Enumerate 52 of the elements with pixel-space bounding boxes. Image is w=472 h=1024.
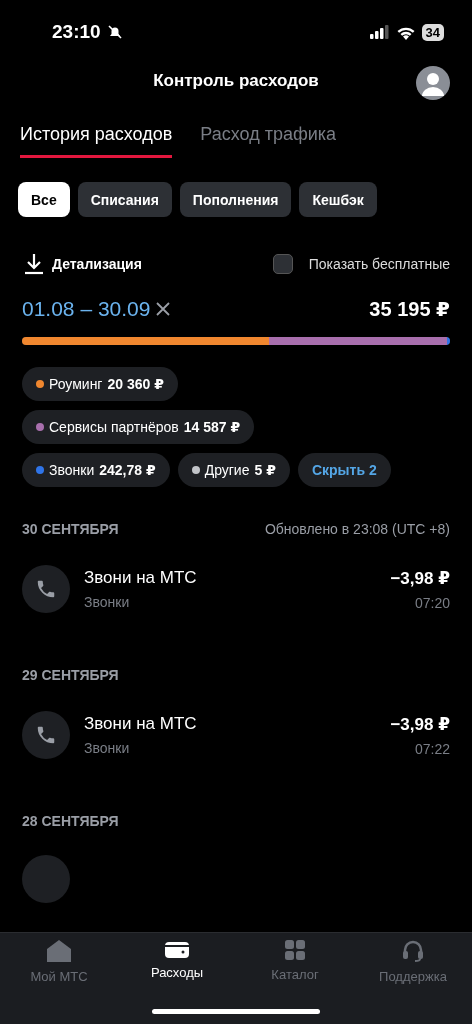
date-range[interactable]: 01.08 – 30.09 — [22, 297, 151, 321]
filter-chip[interactable]: Пополнения — [179, 182, 292, 217]
category-amount: 242,78 ₽ — [99, 462, 156, 478]
day-heading: 30 СЕНТЯБРЯ — [22, 521, 119, 537]
phone-icon — [35, 724, 57, 746]
nav-item[interactable]: Расходы — [118, 939, 236, 980]
category-amount: 5 ₽ — [254, 462, 276, 478]
filter-chip[interactable]: Списания — [77, 182, 172, 217]
headset-icon — [401, 939, 425, 963]
category-name: Звонки — [49, 462, 95, 478]
category-chip[interactable]: Сервисы партнёров 14 587 ₽ — [22, 410, 255, 444]
call-badge — [22, 855, 70, 903]
category-chip[interactable]: Другие 5 ₽ — [177, 453, 290, 487]
phone-icon — [35, 578, 57, 600]
transaction-time: 07:22 — [414, 740, 450, 757]
signal-icon — [369, 25, 390, 39]
details-link[interactable]: Детализация — [24, 253, 142, 275]
hide-button[interactable]: Скрыть 2 — [297, 453, 391, 487]
filter-chip[interactable]: Все — [18, 182, 70, 217]
category-name: Роуминг — [49, 376, 103, 392]
free-checkbox[interactable] — [272, 254, 293, 274]
total-amount: 35 195 ₽ — [369, 297, 450, 321]
category-chip[interactable]: Роуминг 20 360 ₽ — [22, 367, 178, 401]
tab[interactable]: История расходов — [20, 124, 173, 158]
transaction-time: 07:20 — [414, 594, 450, 611]
transaction-title: Звони на МТС — [84, 568, 197, 588]
category-name: Другие — [204, 462, 250, 478]
tab[interactable]: Расход трафика — [200, 124, 337, 158]
filter-chip[interactable]: Кешбэк — [299, 182, 377, 217]
status-time: 23:10 — [52, 21, 101, 43]
transaction-category: Звонки — [84, 594, 130, 610]
transaction-amount: −3,98 ₽ — [390, 713, 450, 735]
battery-level: 34 — [421, 23, 444, 41]
page-title: Контроль расходов — [153, 71, 319, 91]
day-heading: 28 СЕНТЯБРЯ — [22, 813, 119, 829]
transaction-title: Звони на МТС — [84, 714, 197, 734]
category-name: Сервисы партнёров — [49, 419, 179, 435]
grid-icon — [284, 939, 306, 961]
day-heading: 29 СЕНТЯБРЯ — [22, 667, 119, 683]
transaction-category: Звонки — [84, 740, 130, 756]
transaction-amount: −3,98 ₽ — [390, 567, 450, 589]
avatar-icon[interactable] — [416, 66, 450, 100]
checkbox-label: Показать бесплатные — [308, 256, 450, 272]
bell-off-icon — [106, 24, 123, 40]
category-chip[interactable]: Звонки 242,78 ₽ — [22, 453, 170, 487]
home-icon — [46, 939, 72, 963]
wallet-icon — [165, 939, 189, 959]
close-icon[interactable] — [156, 302, 171, 316]
updated-note: Обновлено в 23:08 (UTC +8) — [264, 521, 450, 537]
category-amount: 14 587 ₽ — [183, 419, 241, 435]
download-icon — [24, 253, 44, 275]
category-amount: 20 360 ₽ — [107, 376, 164, 392]
